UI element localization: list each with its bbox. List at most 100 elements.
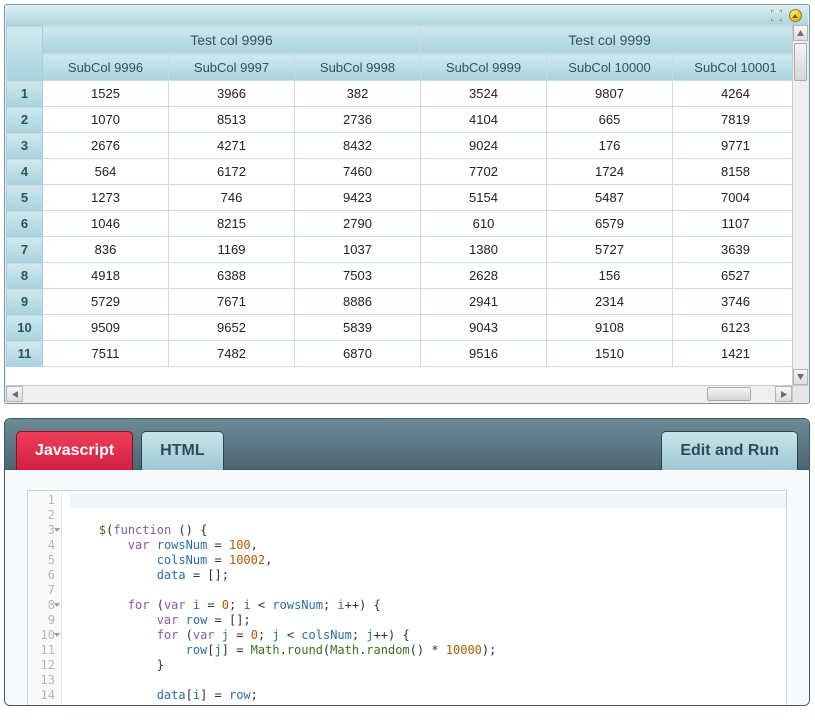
grid-cell[interactable]: 1724	[547, 159, 673, 185]
grid-cell[interactable]: 5154	[421, 185, 547, 211]
horizontal-scroll-thumb[interactable]	[707, 387, 751, 401]
grid-cell[interactable]: 8432	[295, 133, 421, 159]
code-line[interactable]: var row = [];	[70, 613, 786, 628]
code-line[interactable]	[70, 673, 786, 688]
code-line[interactable]: for (var j = 0; j < colsNum; j++) {	[70, 628, 786, 643]
code-line[interactable]: for (var i = 0; i < rowsNum; i++) {	[70, 598, 786, 613]
grid-cell[interactable]: 2736	[295, 107, 421, 133]
grid-cell[interactable]: 1037	[295, 237, 421, 263]
grid-cell[interactable]: 1046	[43, 211, 169, 237]
scroll-down-button[interactable]	[793, 369, 808, 385]
horizontal-scrollbar[interactable]	[6, 385, 808, 402]
grid-cell[interactable]: 7702	[421, 159, 547, 185]
grid-cell[interactable]: 2676	[43, 133, 169, 159]
code-line[interactable]	[70, 493, 786, 508]
grid-cell[interactable]: 2790	[295, 211, 421, 237]
code-line[interactable]	[70, 583, 786, 598]
vertical-scroll-track[interactable]	[793, 41, 808, 369]
row-header[interactable]: 11	[7, 341, 43, 367]
grid-cell[interactable]: 1107	[673, 211, 793, 237]
grid-cell[interactable]: 382	[295, 81, 421, 107]
grid-cell[interactable]: 1273	[43, 185, 169, 211]
code-line[interactable]: data = [];	[70, 568, 786, 583]
grid-cell[interactable]: 6388	[169, 263, 295, 289]
grid-cell[interactable]: 9771	[673, 133, 793, 159]
grid-cell[interactable]: 6172	[169, 159, 295, 185]
grid-cell[interactable]: 1525	[43, 81, 169, 107]
row-header[interactable]: 6	[7, 211, 43, 237]
grid-cell[interactable]: 6527	[673, 263, 793, 289]
grid-cell[interactable]: 7482	[169, 341, 295, 367]
grid-cell[interactable]: 8158	[673, 159, 793, 185]
grid-cell[interactable]: 1070	[43, 107, 169, 133]
row-header[interactable]: 8	[7, 263, 43, 289]
grid-cell[interactable]: 176	[547, 133, 673, 159]
scroll-right-button[interactable]	[775, 386, 792, 402]
grid-cell[interactable]: 2314	[547, 289, 673, 315]
horizontal-scroll-track[interactable]	[23, 386, 775, 402]
grid-cell[interactable]: 7503	[295, 263, 421, 289]
grid-cell[interactable]: 156	[547, 263, 673, 289]
code-line[interactable]: row[j] = Math.round(Math.random() * 1000…	[70, 643, 786, 658]
grid-cell[interactable]: 1169	[169, 237, 295, 263]
grid-cell[interactable]: 2941	[421, 289, 547, 315]
grid-cell[interactable]: 665	[547, 107, 673, 133]
grid-cell[interactable]: 4104	[421, 107, 547, 133]
column-header[interactable]: SubCol 9998	[295, 54, 421, 81]
grid-cell[interactable]: 6123	[673, 315, 793, 341]
grid-cell[interactable]: 5727	[547, 237, 673, 263]
grid-cell[interactable]: 4918	[43, 263, 169, 289]
grid-cell[interactable]: 9807	[547, 81, 673, 107]
grid-cell[interactable]: 9423	[295, 185, 421, 211]
code-content[interactable]: $(function () { var rowsNum = 100, colsN…	[62, 491, 786, 705]
grid-cell[interactable]: 9652	[169, 315, 295, 341]
row-header[interactable]: 9	[7, 289, 43, 315]
grid-cell[interactable]: 3639	[673, 237, 793, 263]
code-line[interactable]: var rowsNum = 100,	[70, 538, 786, 553]
row-header[interactable]: 4	[7, 159, 43, 185]
grid-cell[interactable]: 564	[43, 159, 169, 185]
tab-html[interactable]: HTML	[141, 431, 223, 470]
grid-viewport[interactable]: Test col 9996Test col 9999SubCol 9996Sub…	[6, 25, 792, 385]
grid-cell[interactable]: 3966	[169, 81, 295, 107]
code-line[interactable]: $(function () {	[70, 523, 786, 538]
grid-cell[interactable]: 6579	[547, 211, 673, 237]
code-editor[interactable]: 1234567891011121314 $(function () { var …	[27, 490, 787, 705]
code-line[interactable]: data[i] = row;	[70, 688, 786, 703]
row-header[interactable]: 7	[7, 237, 43, 263]
grid-cell[interactable]: 4271	[169, 133, 295, 159]
row-header[interactable]: 3	[7, 133, 43, 159]
row-header[interactable]: 5	[7, 185, 43, 211]
scroll-left-button[interactable]	[6, 386, 23, 402]
grid-cell[interactable]: 3746	[673, 289, 793, 315]
grid-cell[interactable]: 9108	[547, 315, 673, 341]
grid-cell[interactable]: 1421	[673, 341, 793, 367]
column-group-header[interactable]: Test col 9999	[421, 26, 793, 54]
grid-cell[interactable]: 5729	[43, 289, 169, 315]
grid-cell[interactable]: 2628	[421, 263, 547, 289]
column-header[interactable]: SubCol 9999	[421, 54, 547, 81]
code-line[interactable]: }	[70, 658, 786, 673]
grid-cell[interactable]: 7460	[295, 159, 421, 185]
vertical-scroll-thumb[interactable]	[794, 43, 807, 81]
edit-and-run-button[interactable]: Edit and Run	[661, 431, 798, 470]
column-header[interactable]: SubCol 10000	[547, 54, 673, 81]
expand-icon[interactable]	[770, 9, 783, 22]
column-header[interactable]: SubCol 9997	[169, 54, 295, 81]
vertical-scrollbar[interactable]	[792, 25, 808, 385]
code-line[interactable]	[70, 508, 786, 523]
grid-cell[interactable]: 7819	[673, 107, 793, 133]
grid-cell[interactable]: 9024	[421, 133, 547, 159]
code-line[interactable]: colsNum = 10002,	[70, 553, 786, 568]
column-header[interactable]: SubCol 9996	[43, 54, 169, 81]
row-header[interactable]: 1	[7, 81, 43, 107]
grid-cell[interactable]: 7511	[43, 341, 169, 367]
grid-cell[interactable]: 746	[169, 185, 295, 211]
grid-cell[interactable]: 5839	[295, 315, 421, 341]
grid-cell[interactable]: 610	[421, 211, 547, 237]
row-header[interactable]: 2	[7, 107, 43, 133]
grid-cell[interactable]: 4264	[673, 81, 793, 107]
grid-cell[interactable]: 836	[43, 237, 169, 263]
grid-cell[interactable]: 9516	[421, 341, 547, 367]
grid-cell[interactable]: 1380	[421, 237, 547, 263]
